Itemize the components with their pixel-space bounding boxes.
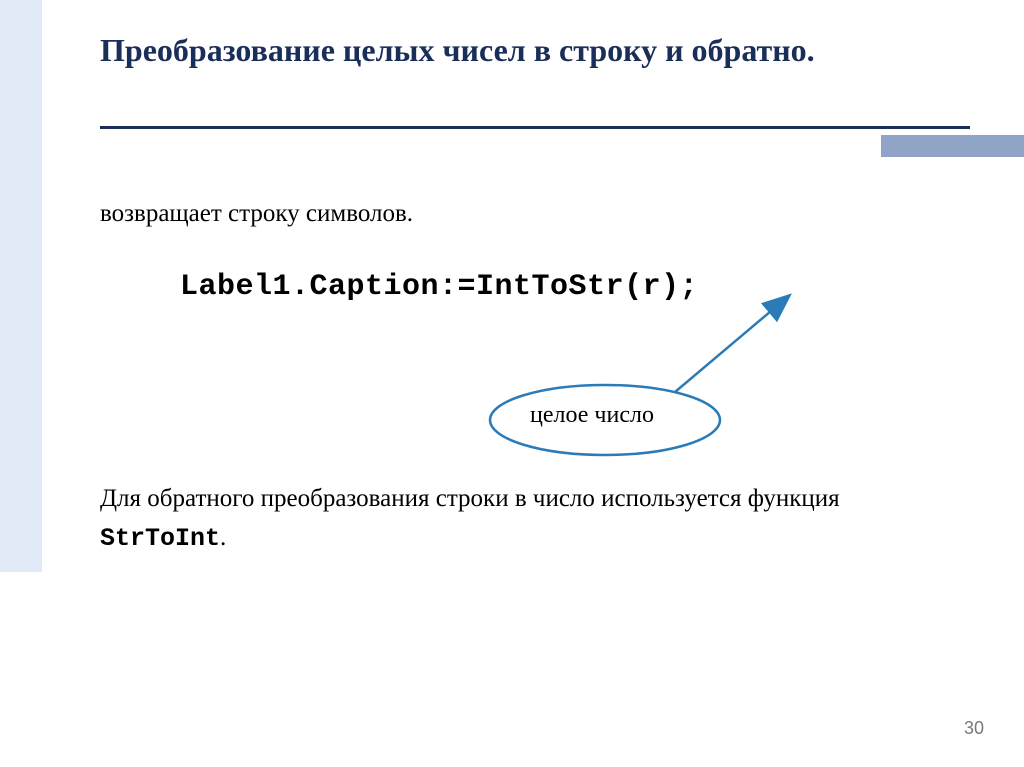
slide: Преобразование целых чисел в строку и об… xyxy=(0,0,1024,767)
left-sidebar-decoration xyxy=(0,0,42,572)
para2-code: StrToInt xyxy=(100,524,220,553)
slide-title: Преобразование целых чисел в строку и об… xyxy=(100,30,940,70)
intro-text: возвращает строку символов. xyxy=(100,200,413,228)
paragraph-reverse-conversion: Для обратного преобразования строки в чи… xyxy=(100,480,950,559)
page-number: 30 xyxy=(964,718,984,739)
callout-arrow-icon xyxy=(420,285,820,465)
para2-text-part2: . xyxy=(220,524,226,551)
para2-text-part1: Для обратного преобразования строки в чи… xyxy=(100,485,840,512)
title-underline xyxy=(100,126,970,129)
callout-label: целое число xyxy=(530,402,654,429)
accent-box xyxy=(881,135,1024,157)
